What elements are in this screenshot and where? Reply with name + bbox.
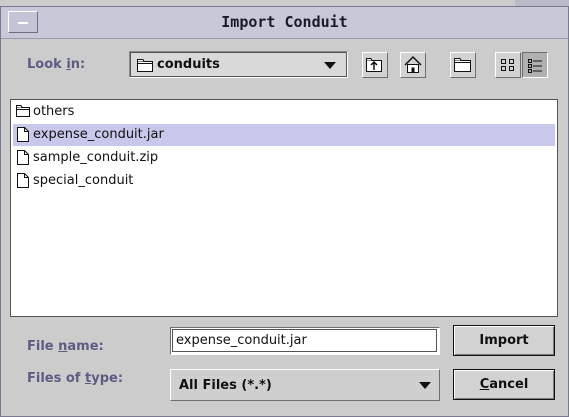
up-one-level-button[interactable] [362, 52, 388, 78]
file-name: special_conduit [33, 173, 134, 188]
title-bar: Import Conduit [1, 7, 568, 39]
import-button[interactable]: Import [453, 325, 555, 356]
new-folder-button[interactable] [450, 52, 476, 78]
file-name-field[interactable] [170, 327, 440, 355]
file-icon [17, 127, 29, 142]
folder-icon [16, 105, 30, 117]
file-name: others [33, 104, 75, 119]
cancel-button[interactable]: Cancel [453, 369, 555, 400]
home-button[interactable] [400, 52, 426, 78]
file-list-item[interactable]: expense_conduit.jar [13, 124, 555, 146]
file-name-label: File name: [27, 339, 104, 354]
file-list-item[interactable]: others [13, 101, 555, 123]
folder-icon [137, 59, 153, 72]
file-list-item[interactable]: sample_conduit.zip [13, 147, 555, 169]
chevron-down-icon [419, 382, 431, 389]
dialog-title: Import Conduit [221, 13, 348, 31]
import-conduit-dialog: Import Conduit Look in: conduits others … [0, 6, 569, 417]
file-list[interactable]: others expense_conduit.jar sample_condui… [10, 99, 558, 317]
new-folder-icon [454, 58, 471, 72]
files-of-type-label: Files of type: [27, 371, 124, 386]
home-icon [404, 55, 422, 73]
look-in-value: conduits [157, 57, 220, 72]
files-of-type-value: All Files (*.*) [179, 378, 272, 393]
look-in-combo[interactable]: conduits [129, 51, 348, 78]
details-view-icon [528, 59, 542, 73]
file-name: expense_conduit.jar [33, 127, 164, 142]
list-view-button[interactable] [495, 52, 521, 78]
file-icon [17, 173, 29, 188]
list-view-icon [501, 59, 514, 71]
up-one-level-icon [366, 58, 382, 72]
look-in-label: Look in: [27, 57, 86, 72]
file-list-item[interactable]: special_conduit [13, 170, 555, 192]
files-of-type-combo[interactable]: All Files (*.*) [170, 369, 440, 401]
file-name: sample_conduit.zip [33, 150, 159, 165]
details-view-button[interactable] [522, 52, 548, 78]
file-name-input[interactable] [172, 329, 437, 352]
file-icon [17, 150, 29, 165]
chevron-down-icon [324, 62, 336, 69]
